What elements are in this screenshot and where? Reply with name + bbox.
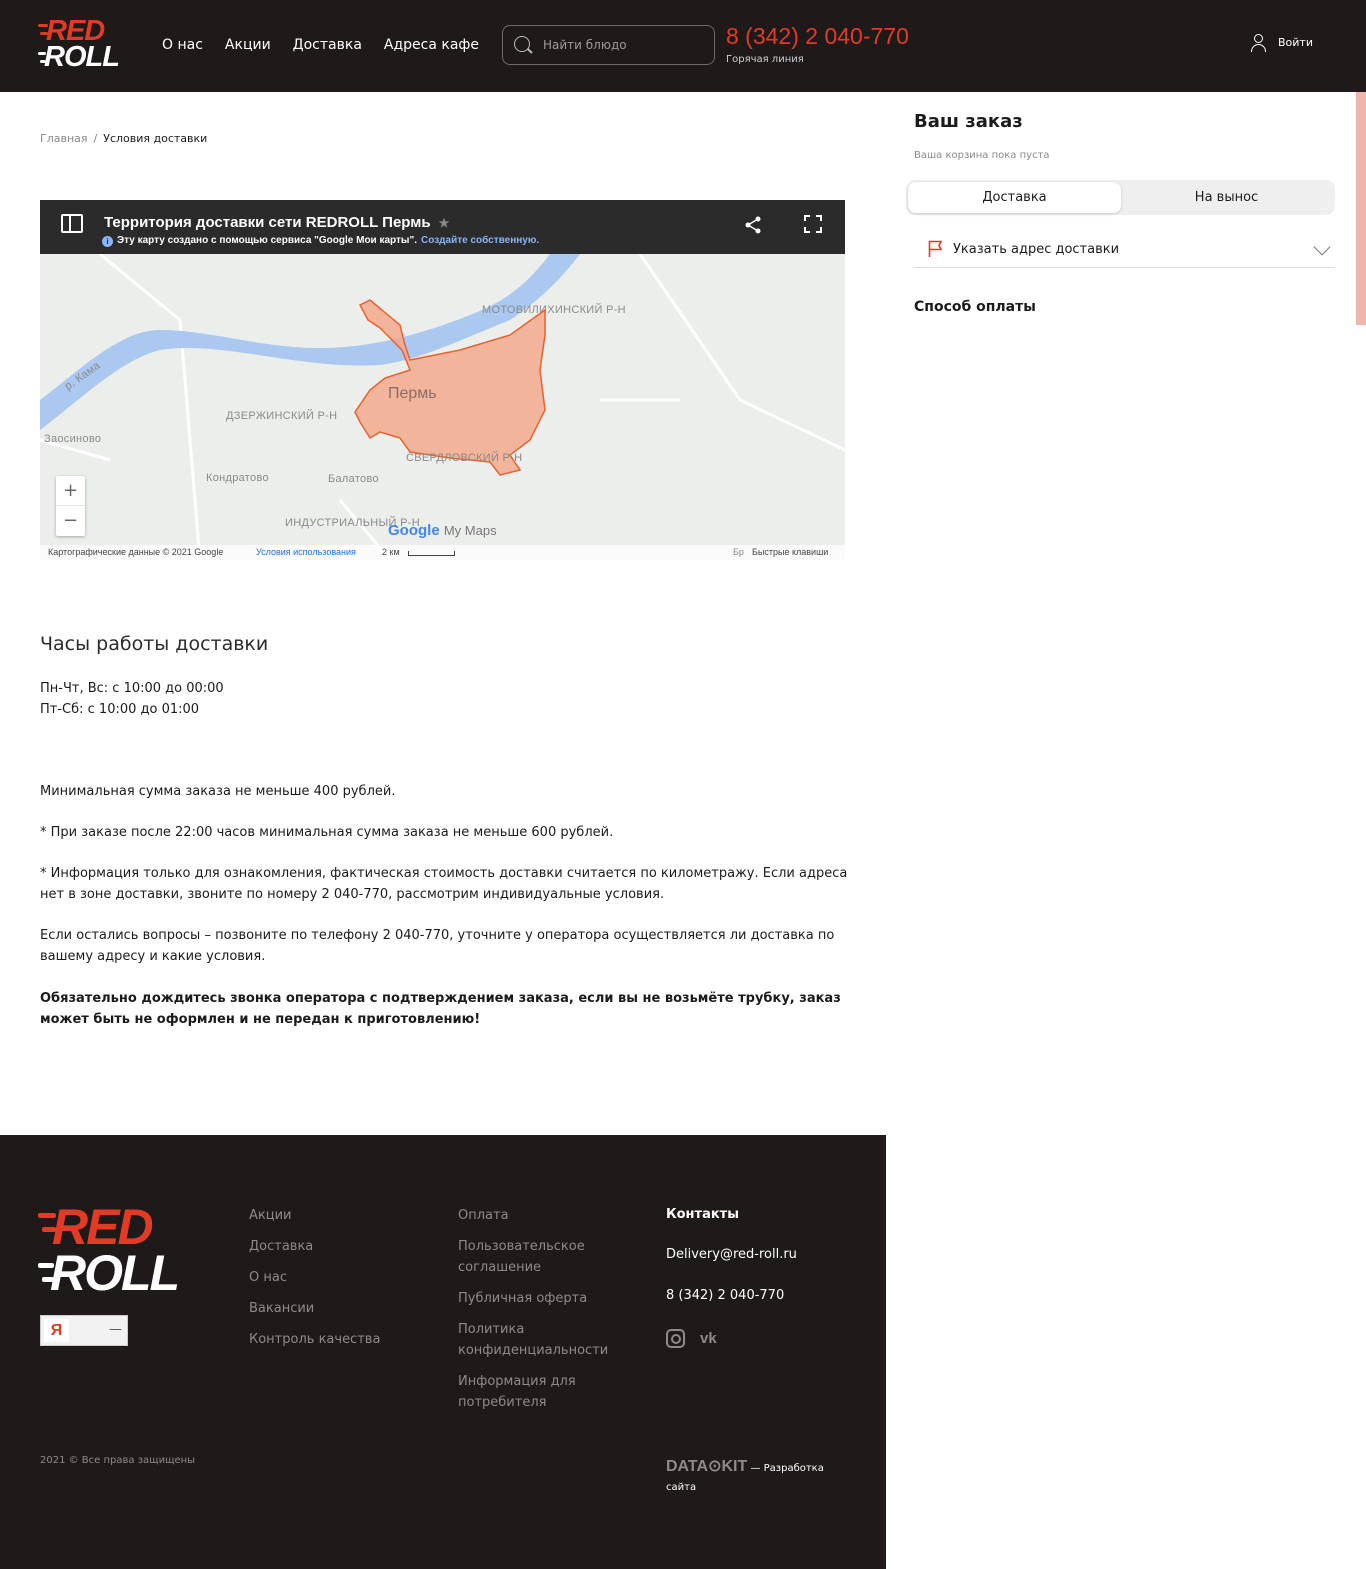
map-terms-link[interactable]: Условия использования: [256, 545, 356, 560]
label-sverdlovsky: СВЕРДЛОВСКИЙ Р-Н: [406, 452, 523, 464]
breadcrumb-home[interactable]: Главная: [40, 132, 88, 145]
cart-empty-text: Ваша корзина пока пуста: [914, 150, 1050, 161]
nav-about[interactable]: О нас: [162, 35, 203, 55]
login-label: Войти: [1278, 36, 1313, 49]
payment-method-title: Способ оплаты: [914, 299, 1036, 315]
label-dzerzhinsky: ДЗЕРЖИНСКИЙ Р-Н: [226, 410, 338, 422]
main-nav: О нас Акции Доставка Адреса кафе: [162, 35, 479, 55]
nav-promotions[interactable]: Акции: [225, 35, 271, 55]
yandex-icon: Я: [44, 1319, 69, 1342]
sidebar-scrollbar[interactable]: [1356, 92, 1366, 325]
login-button[interactable]: Войти: [1250, 34, 1313, 52]
hours-title: Часы работы доставки: [40, 633, 269, 655]
create-map-link[interactable]: Создайте собственную.: [421, 234, 539, 248]
nav-cafe-addresses[interactable]: Адреса кафе: [384, 35, 479, 55]
delivery-map[interactable]: МОТОВИЛИХИНСКИЙ Р-Н р. Кама ДЗЕРЖИНСКИЙ …: [40, 200, 845, 560]
footer-col-2: Оплата Пользовательское соглашение Публи…: [458, 1205, 628, 1413]
nav-delivery[interactable]: Доставка: [293, 35, 362, 55]
search-input[interactable]: [543, 35, 708, 55]
footer-link-vacancies[interactable]: Вакансии: [249, 1298, 380, 1319]
footer-link-about[interactable]: О нас: [249, 1267, 380, 1288]
warning-text: Обязательно дождитесь звонка оператора с…: [40, 991, 841, 1027]
night-min-order-text: * При заказе после 22:00 часов минимальн…: [40, 825, 614, 840]
label-city: Пермь: [388, 385, 437, 402]
search-icon: [514, 36, 530, 52]
share-icon[interactable]: [743, 215, 763, 235]
hotline-label: Горячая линия: [726, 54, 804, 65]
mymaps-brand: My Maps: [443, 523, 497, 538]
map-scale: 2 км: [382, 547, 400, 557]
header: RED ROLL О нас Акции Доставка Адреса каф…: [0, 0, 1366, 92]
label-kondratovo: Кондратово: [206, 472, 269, 484]
footer-link-delivery[interactable]: Доставка: [249, 1236, 380, 1257]
delivery-mode-toggle: Доставка На вынос: [906, 180, 1335, 215]
footer: RED ROLL Я — Акции Доставка О нас Ваканс…: [0, 1135, 886, 1569]
address-label: Указать адрес доставки: [953, 242, 1120, 257]
map-scale-bar: [408, 551, 455, 556]
footer-link-payment[interactable]: Оплата: [458, 1205, 628, 1226]
tab-pickup[interactable]: На вынос: [1120, 182, 1333, 213]
footer-contacts: Контакты Delivery@red-roll.ru 8 (342) 2 …: [666, 1205, 797, 1348]
map-subtitle: i Эту карту создано с помощью сервиса "G…: [102, 234, 539, 248]
info-note-text: * Информация только для ознакомления, фа…: [40, 866, 848, 902]
instagram-icon[interactable]: [666, 1329, 685, 1348]
map-header-bar: Территория доставки сети REDROLL Пермь ★ …: [40, 200, 845, 254]
side-panel-icon[interactable]: [61, 214, 83, 233]
address-selector[interactable]: Указать адрес доставки: [914, 232, 1335, 268]
yandex-badge[interactable]: Я —: [40, 1315, 128, 1346]
logo-roll: ROLL: [44, 41, 120, 73]
label-zaosinovo: Заосиново: [44, 433, 102, 445]
copyright: 2021 © Все права защищены: [40, 1455, 196, 1466]
label-motovilikha: МОТОВИЛИХИНСКИЙ Р-Н: [482, 304, 626, 316]
zoom-in-button[interactable]: +: [56, 476, 85, 506]
google-brand: Google: [388, 522, 440, 539]
label-balatovo: Балатово: [328, 473, 379, 485]
map-footer: Картографические данные © 2021 Google Ус…: [40, 545, 845, 560]
breadcrumb-separator: /: [93, 132, 98, 145]
zoom-controls: + −: [56, 476, 85, 536]
map-canvas[interactable]: [40, 200, 845, 560]
map-br: Бр: [733, 547, 744, 557]
contacts-title: Контакты: [666, 1207, 739, 1222]
hours-weekday: Пн-Чт, Вс: с 10:00 до 00:00: [40, 681, 224, 696]
breadcrumb-current: Условия доставки: [103, 132, 208, 145]
breadcrumb: Главная / Условия доставки: [40, 131, 207, 147]
logo[interactable]: RED ROLL: [38, 16, 140, 72]
order-title: Ваш заказ: [914, 111, 1023, 132]
hours-weekend: Пт-Сб: с 10:00 до 01:00: [40, 702, 200, 717]
footer-logo-roll: ROLL: [50, 1245, 180, 1301]
min-order-text: Минимальная сумма заказа не меньше 400 р…: [40, 784, 396, 799]
chevron-down-icon: [1313, 238, 1331, 256]
footer-col-1: Акции Доставка О нас Вакансии Контроль к…: [249, 1205, 380, 1350]
header-phone[interactable]: 8 (342) 2 040-770: [726, 22, 909, 50]
datakit-logo: DATA⊙KIT: [666, 1458, 748, 1475]
flag-icon: [928, 240, 943, 257]
star-icon[interactable]: ★: [439, 216, 450, 230]
footer-link-public-offer[interactable]: Публичная оферта: [458, 1288, 628, 1309]
footer-link-privacy[interactable]: Политика конфиденциальности: [458, 1319, 628, 1361]
info-icon: i: [102, 235, 113, 247]
developer-credit[interactable]: DATA⊙KIT — Разработка сайта: [666, 1457, 836, 1497]
order-sidebar: Ваш заказ Ваша корзина пока пуста Достав…: [886, 92, 1356, 325]
tab-delivery[interactable]: Доставка: [908, 182, 1121, 213]
footer-link-promotions[interactable]: Акции: [249, 1205, 380, 1226]
questions-text: Если остались вопросы – позвоните по тел…: [40, 928, 835, 964]
contact-phone[interactable]: 8 (342) 2 040-770: [666, 1286, 797, 1305]
footer-link-quality[interactable]: Контроль качества: [249, 1329, 380, 1350]
footer-link-consumer-info[interactable]: Информация для потребителя: [458, 1371, 628, 1413]
footer-link-user-agreement[interactable]: Пользовательское соглашение: [458, 1236, 628, 1278]
search-box: [502, 25, 715, 65]
vk-icon[interactable]: vk: [700, 1329, 717, 1348]
map-data-copy: Картографические данные © 2021 Google: [48, 547, 224, 557]
user-icon: [1250, 34, 1268, 52]
yandex-value: —: [109, 1322, 122, 1337]
fullscreen-icon[interactable]: [804, 215, 822, 233]
contact-email[interactable]: Delivery@red-roll.ru: [666, 1245, 797, 1264]
map-title: Территория доставки сети REDROLL Пермь ★: [104, 214, 450, 231]
footer-logo[interactable]: RED ROLL: [38, 1201, 223, 1299]
keyboard-shortcuts-link[interactable]: Быстрые клавиши: [752, 545, 828, 560]
zoom-out-button[interactable]: −: [56, 506, 85, 536]
google-mymaps-brand: Google My Maps: [388, 522, 497, 540]
